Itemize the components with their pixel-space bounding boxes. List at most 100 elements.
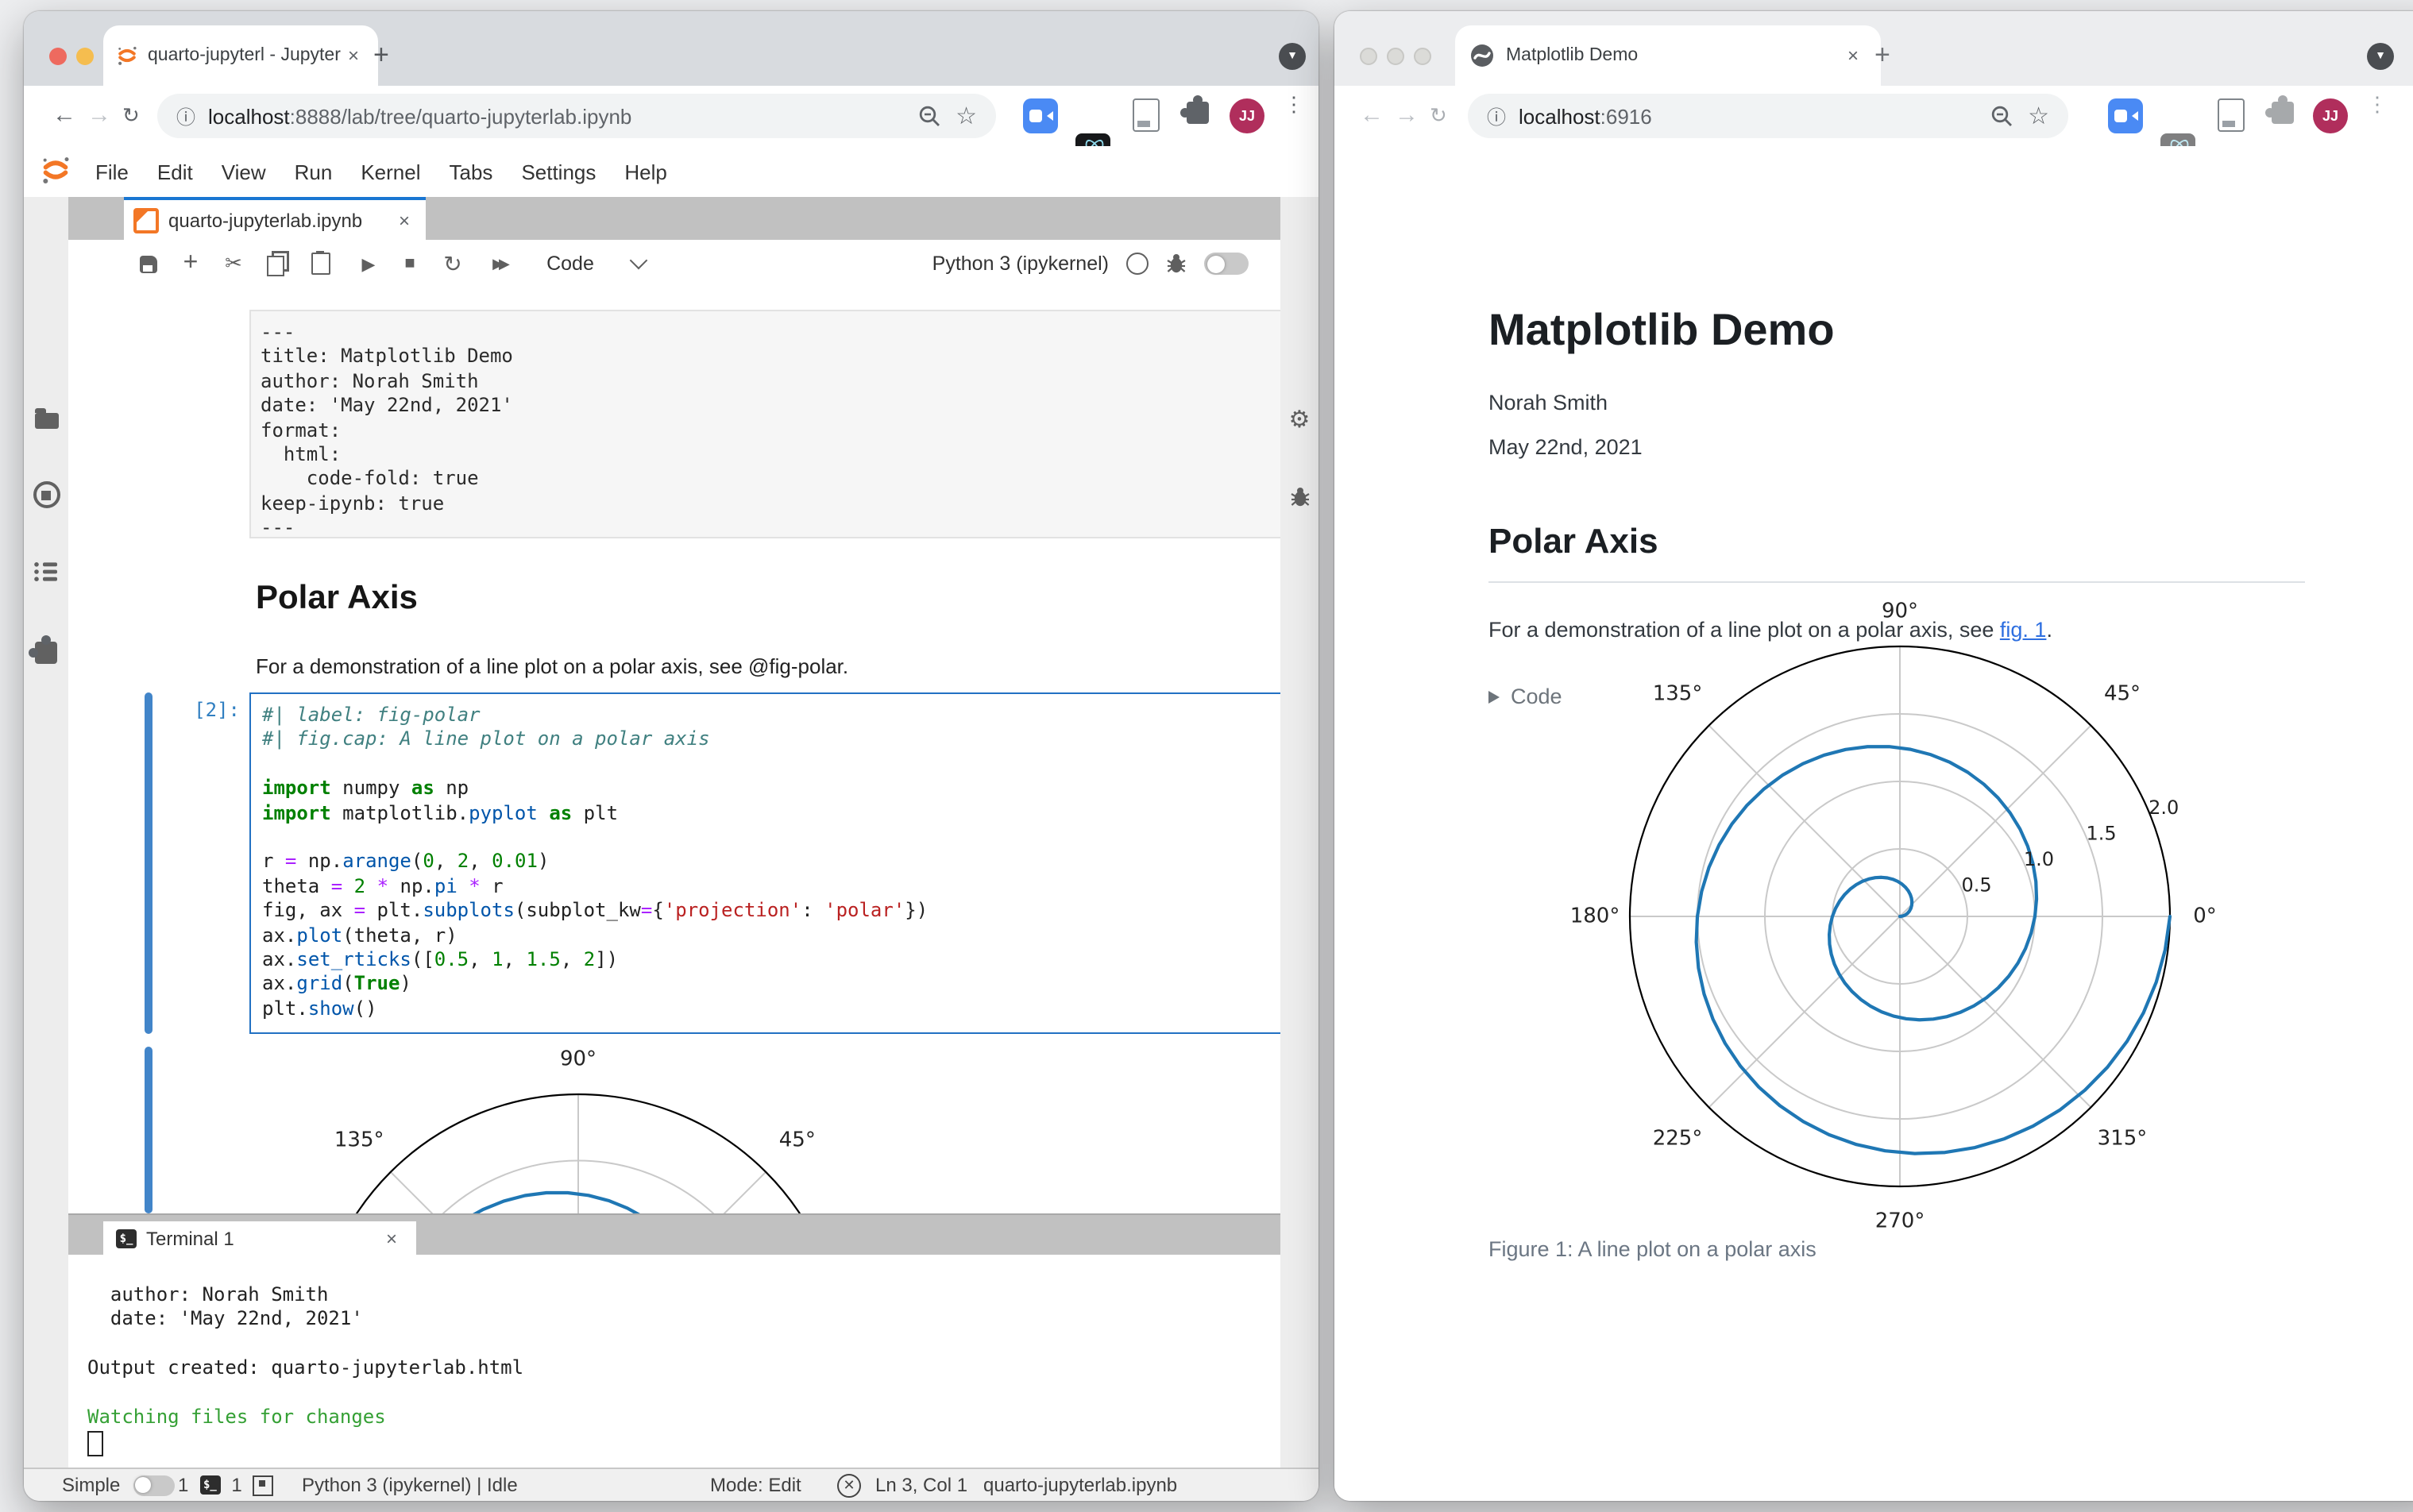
zoom-extension-icon[interactable] <box>2108 98 2143 133</box>
code-line: fig, ax = plt.subplots(subplot_kw={'proj… <box>262 899 929 922</box>
terminal-line: date: 'May 22nd, 2021' <box>87 1307 363 1330</box>
menu-item-settings[interactable]: Settings <box>507 160 610 183</box>
paste-cells-button[interactable] <box>308 240 334 287</box>
cell-type-chevron-icon[interactable] <box>627 240 650 287</box>
extensions-puzzle-icon[interactable] <box>1180 95 1215 133</box>
save-button[interactable] <box>135 240 160 287</box>
site-info-icon[interactable]: ⓘ <box>176 102 195 129</box>
browser-menu-icon[interactable]: ⋮ <box>2367 94 2388 133</box>
reload-icon[interactable]: ↻ <box>122 102 140 129</box>
extensions-puzzle-icon[interactable] <box>2265 95 2300 133</box>
stop-kernel-button[interactable]: ■ <box>397 240 423 287</box>
file-browser-icon[interactable] <box>24 407 68 429</box>
url-path: :6916 <box>1600 104 1652 128</box>
menu-item-edit[interactable]: Edit <box>143 160 207 183</box>
back-icon[interactable]: ← <box>1360 102 1384 129</box>
kernel-count-icon[interactable] <box>253 1475 274 1495</box>
url-host: localhost <box>1519 104 1600 128</box>
menu-item-kernel[interactable]: Kernel <box>346 160 434 183</box>
running-sessions-icon[interactable] <box>24 481 68 508</box>
section-heading: Polar Axis <box>1488 521 2305 583</box>
cell-type-dropdown[interactable]: Code <box>539 240 602 287</box>
code-fold-summary[interactable]: Code <box>1488 685 1562 708</box>
browser-tab[interactable]: quarto-jupyterl - JupyterLab × <box>103 25 378 86</box>
new-tab-button[interactable]: + <box>1874 41 1890 68</box>
zoom-extension-icon[interactable] <box>1023 98 1058 133</box>
back-icon[interactable]: ← <box>52 102 76 129</box>
browser-tabstrip: Matplotlib Demo × + ▼ <box>1334 11 2413 86</box>
yaml-line: format: <box>261 418 342 442</box>
terminal-tab[interactable]: $_ Terminal 1 × <box>103 1221 416 1256</box>
address-bar[interactable]: ⓘ localhost:6916 ☆ <box>1468 94 2068 138</box>
browser-toolbar: ← → ↻ ⓘ localhost:6916 ☆ JJ ⋮ <box>1334 86 2413 168</box>
cursor-position[interactable]: Ln 3, Col 1 <box>875 1469 967 1501</box>
tab-title: quarto-jupyterl - JupyterLab <box>148 46 342 65</box>
browser-tab[interactable]: Matplotlib Demo × <box>1455 25 1881 86</box>
debugger-bug-icon[interactable] <box>1280 486 1318 508</box>
debug-toggle-icon[interactable] <box>1166 253 1187 275</box>
terminal-output[interactable]: author: Norah Smith date: 'May 22nd, 202… <box>68 1255 1280 1469</box>
input-collapser[interactable] <box>145 692 153 1034</box>
reader-extension-icon[interactable] <box>2213 98 2248 133</box>
mode-indicator[interactable]: Mode: Edit <box>710 1469 801 1501</box>
add-cell-button[interactable]: + <box>178 240 203 287</box>
bookmark-star-icon[interactable]: ☆ <box>956 102 977 130</box>
forward-icon[interactable]: → <box>87 102 111 129</box>
svg-text:180°: 180° <box>1570 904 1620 928</box>
restart-kernel-button[interactable]: ↻ <box>440 240 465 287</box>
zoom-out-icon[interactable] <box>917 105 940 127</box>
minimize-window-button[interactable] <box>1387 48 1404 65</box>
simple-mode-toggle[interactable] <box>1204 253 1249 275</box>
reader-extension-icon[interactable] <box>1128 98 1163 133</box>
tab-search-button[interactable]: ▼ <box>1279 43 1306 70</box>
tab-close-icon[interactable]: × <box>342 44 365 67</box>
simple-interface-toggle[interactable] <box>133 1475 175 1495</box>
site-info-icon[interactable]: ⓘ <box>1487 102 1506 129</box>
restart-run-all-button[interactable]: ▶▶ <box>483 240 515 287</box>
cut-cells-button[interactable]: ✂ <box>221 240 246 287</box>
tab-close-icon[interactable]: × <box>1841 44 1865 67</box>
profile-avatar[interactable]: JJ <box>1230 98 1264 133</box>
extension-manager-icon[interactable] <box>24 635 68 667</box>
close-window-button[interactable] <box>49 48 67 65</box>
tab-title: Matplotlib Demo <box>1506 46 1639 65</box>
run-cell-button[interactable]: ▶ <box>356 240 381 287</box>
bookmark-star-icon[interactable]: ☆ <box>2028 102 2049 130</box>
menu-item-tabs[interactable]: Tabs <box>435 160 508 183</box>
browser-menu-icon[interactable]: ⋮ <box>1284 94 1304 133</box>
profile-avatar[interactable]: JJ <box>2313 98 2348 133</box>
code-cell-editor[interactable]: #| label: fig-polar #| fig.cap: A line pl… <box>249 692 1280 1034</box>
minimize-window-button[interactable] <box>76 48 94 65</box>
notebook-dock-tab[interactable]: quarto-jupyterlab.ipynb × <box>124 197 426 240</box>
kernel-name[interactable]: Python 3 (ipykernel) <box>932 253 1109 275</box>
menu-item-file[interactable]: File <box>81 160 143 183</box>
new-tab-button[interactable]: + <box>373 41 389 68</box>
terminal-count-icon[interactable]: $_ <box>199 1475 221 1495</box>
desktop: quarto-jupyterl - JupyterLab × + ▼ ← → ↻… <box>0 0 2413 1512</box>
dock-tab-close-icon[interactable]: × <box>392 209 416 231</box>
table-of-contents-icon[interactable] <box>24 561 68 583</box>
code-line: r = np.arange(0, 2, 0.01) <box>262 850 550 873</box>
menu-item-view[interactable]: View <box>207 160 280 183</box>
zoom-out-icon[interactable] <box>1990 105 2012 127</box>
svg-text:270°: 270° <box>1875 1209 1925 1233</box>
copy-cells-button[interactable] <box>265 240 291 287</box>
maximize-window-button[interactable] <box>1414 48 1431 65</box>
tab-search-button[interactable]: ▼ <box>2367 43 2394 70</box>
close-window-button[interactable] <box>1360 48 1377 65</box>
address-bar[interactable]: ⓘ localhost:8888/lab/tree/quarto-jupyter… <box>157 94 996 138</box>
kernel-status-text[interactable]: Python 3 (ipykernel) | Idle <box>302 1469 518 1501</box>
reload-icon[interactable]: ↻ <box>1430 102 1447 129</box>
forward-icon[interactable]: → <box>1395 102 1419 129</box>
yaml-raw-cell[interactable]: --- title: Matplotlib Demo author: Norah S… <box>249 310 1280 539</box>
menu-item-run[interactable]: Run <box>280 160 347 183</box>
property-inspector-gear-icon[interactable]: ⚙ <box>1280 405 1318 434</box>
preview-browser-window: Matplotlib Demo × + ▼ ← → ↻ ⓘ localhost:… <box>1334 11 2413 1501</box>
kernel-status-icon[interactable] <box>1126 253 1149 275</box>
trust-shield-icon[interactable]: ✕ <box>837 1473 861 1497</box>
svg-text:0.5: 0.5 <box>1962 874 1992 896</box>
terminal-tab-close-icon[interactable]: × <box>380 1228 403 1250</box>
menu-item-help[interactable]: Help <box>610 160 681 183</box>
output-collapser[interactable] <box>145 1047 153 1213</box>
svg-text:1.5: 1.5 <box>2087 822 2117 844</box>
